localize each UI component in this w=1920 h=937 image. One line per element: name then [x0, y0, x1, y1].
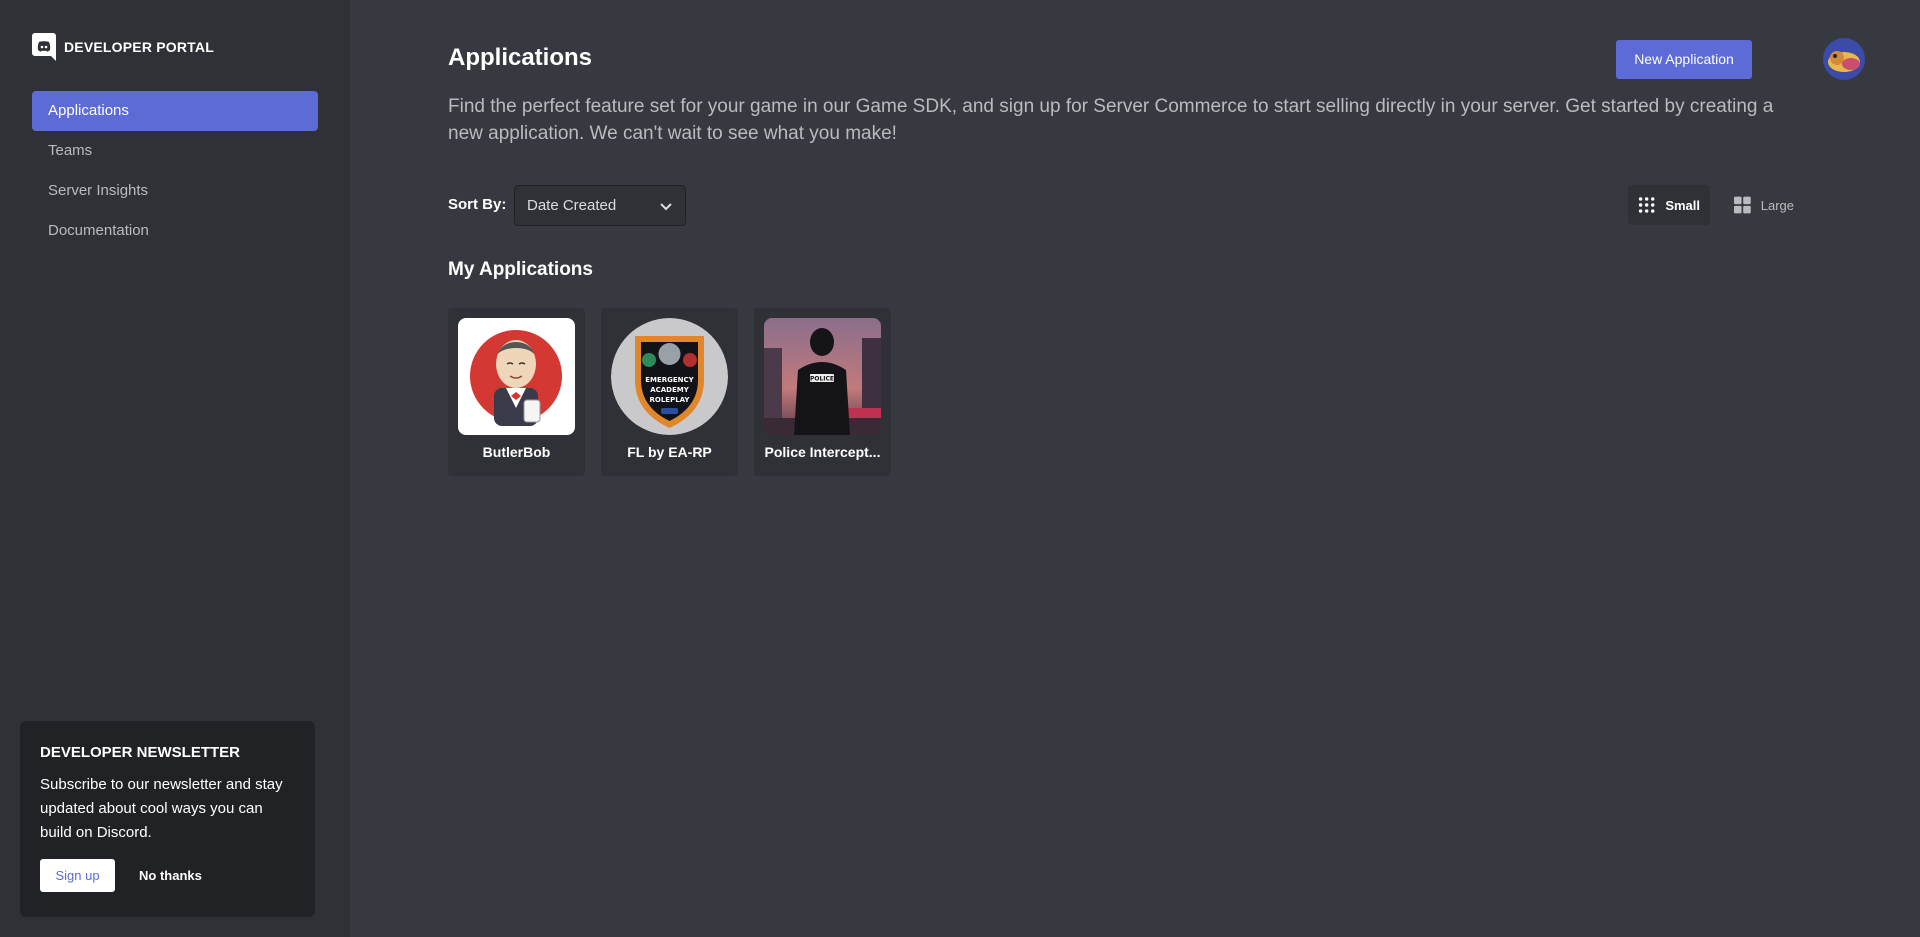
no-thanks-button[interactable]: No thanks [139, 868, 202, 883]
new-application-button[interactable]: New Application [1616, 40, 1752, 79]
sidebar-item-documentation[interactable]: Documentation [32, 211, 318, 251]
sidebar-item-applications[interactable]: Applications [32, 91, 318, 131]
app-card-police-interceptor[interactable]: POLICE Police Intercept... [754, 308, 891, 476]
view-large-label: Large [1760, 197, 1794, 213]
large-grid-icon [1734, 196, 1751, 214]
intro-text: Find the perfect feature set for your ga… [448, 96, 1774, 144]
svg-text:POLICE: POLICE [810, 376, 834, 383]
user-avatar[interactable] [1823, 38, 1865, 80]
view-small-label: Small [1665, 197, 1700, 213]
chevron-down-icon [660, 203, 672, 211]
app-name: Police Intercept... [764, 444, 881, 460]
view-small-toggle[interactable]: Small [1628, 185, 1710, 225]
svg-text:EMERGENCY: EMERGENCY [645, 376, 694, 384]
discord-logo-icon [32, 33, 56, 61]
sort-label: Sort By: [448, 196, 507, 213]
sort-dropdown[interactable]: Date Created [514, 185, 686, 226]
sort-value: Date Created [527, 197, 617, 214]
newsletter-body: Subscribe to our newsletter and stay upd… [40, 776, 283, 841]
police-officer-photo-icon: POLICE [764, 318, 881, 435]
app-name: ButlerBob [482, 444, 551, 460]
brand-title: DEVELOPER PORTAL [64, 39, 214, 55]
app-card-fl-by-ea-rp[interactable]: EMERGENCY ACADEMY ROLEPLAY FL by EA-RP [601, 308, 738, 476]
my-applications-title: My Applications [448, 259, 593, 280]
newsletter-actions: Sign up No thanks [40, 859, 295, 892]
view-large-toggle[interactable]: Large [1724, 185, 1804, 225]
butler-avatar-icon [458, 318, 575, 435]
svg-text:ROLEPLAY: ROLEPLAY [650, 396, 691, 404]
app-card-butlerbob[interactable]: ButlerBob [448, 308, 585, 476]
newsletter-card: DEVELOPER NEWSLETTER Subscribe to our ne… [20, 721, 315, 917]
police-badge-icon: EMERGENCY ACADEMY ROLEPLAY [611, 318, 728, 435]
sidebar: DEVELOPER PORTAL Applications Teams Serv… [0, 0, 350, 937]
sidebar-nav: Applications Teams Server Insights Docum… [32, 91, 318, 251]
sidebar-item-server-insights[interactable]: Server Insights [32, 171, 318, 211]
avatar-image-icon [1823, 38, 1865, 80]
sidebar-item-teams[interactable]: Teams [32, 131, 318, 171]
signup-button[interactable]: Sign up [40, 859, 115, 892]
svg-text:ACADEMY: ACADEMY [650, 386, 690, 394]
page-title: Applications [448, 44, 593, 71]
brand[interactable]: DEVELOPER PORTAL [32, 32, 214, 62]
app-name: FL by EA-RP [627, 444, 712, 460]
small-grid-icon [1638, 197, 1655, 213]
newsletter-title: DEVELOPER NEWSLETTER [40, 744, 241, 761]
